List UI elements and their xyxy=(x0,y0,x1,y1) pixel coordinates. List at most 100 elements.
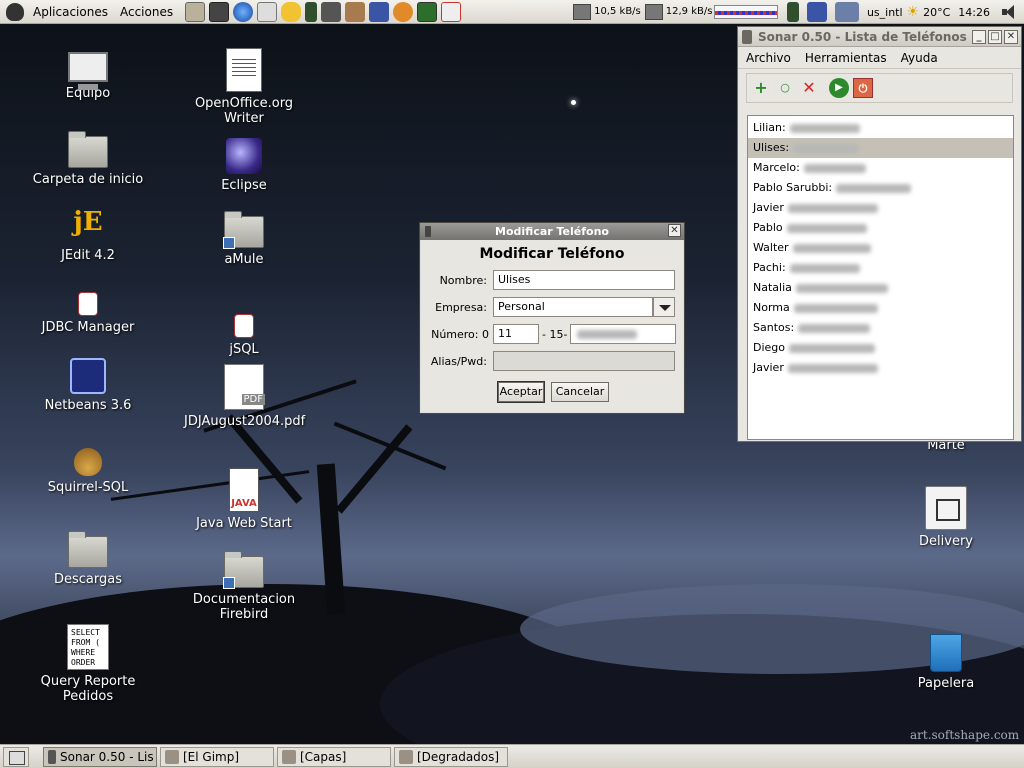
contact-row[interactable]: Diego xyxy=(748,338,1013,358)
desktop-icon-query-reporte[interactable]: SELECT FROM ( WHERE ORDER Query Reporte … xyxy=(28,624,148,704)
maximize-button[interactable]: □ xyxy=(988,29,1002,44)
desktop-icon-java-web-start[interactable]: JAVA Java Web Start xyxy=(184,468,304,531)
menu-ayuda[interactable]: Ayuda xyxy=(901,51,938,65)
cancel-button[interactable]: Cancelar xyxy=(551,382,609,402)
net-up-value: 12,9 kB/s xyxy=(665,6,713,17)
seahorse-launcher-icon[interactable] xyxy=(393,1,414,22)
bottom-panel: Sonar 0.50 - Lis [El Gimp] [Capas] [Degr… xyxy=(0,744,1024,768)
contact-row[interactable]: Walter xyxy=(748,238,1013,258)
contact-row[interactable]: Pachi: xyxy=(748,258,1013,278)
net-down-monitor[interactable]: 10,5 kB/s xyxy=(573,3,641,20)
desktop-icon-eclipse[interactable]: Eclipse xyxy=(184,138,304,193)
contact-row[interactable]: Natalia xyxy=(748,278,1013,298)
show-desktop-button[interactable] xyxy=(3,746,29,767)
desktop-icon-carpeta-inicio[interactable]: Carpeta de inicio xyxy=(28,128,148,187)
task-degradados[interactable]: [Degradados] xyxy=(394,746,508,767)
power-button[interactable]: ⏻ xyxy=(853,78,873,98)
tree-launcher-icon[interactable] xyxy=(321,1,342,22)
area-code-input[interactable]: 11 xyxy=(493,324,539,344)
desktop-icon-papelera[interactable]: Papelera xyxy=(886,630,1006,691)
alias-input[interactable] xyxy=(493,351,675,371)
system-tray: us_intl ☀ 20°C 14:26 xyxy=(783,0,1024,24)
desktop-icon-descargas[interactable]: Descargas xyxy=(28,528,148,587)
desktop-icon-writer[interactable]: OpenOffice.org Writer xyxy=(184,48,304,126)
desktop-icon-equipo[interactable]: Equipo xyxy=(28,46,148,101)
contact-row[interactable]: Pablo xyxy=(748,218,1013,238)
folder-link-icon xyxy=(223,551,264,589)
menu-herramientas[interactable]: Herramientas xyxy=(805,51,887,65)
contact-row[interactable]: Norma xyxy=(748,298,1013,318)
notes-launcher-icon[interactable] xyxy=(185,1,206,22)
icon-label: Netbeans 3.6 xyxy=(44,398,132,413)
minimize-button[interactable]: _ xyxy=(972,29,986,44)
update-tray-icon[interactable] xyxy=(806,2,827,22)
dialog-close-button[interactable]: ✕ xyxy=(668,224,681,237)
keyboard-flag-icon[interactable] xyxy=(834,2,859,22)
top-panel: Aplicaciones Acciones 10,5 kB/s 12,9 kB/… xyxy=(0,0,1024,24)
icon-label: JDBC Manager xyxy=(41,320,135,335)
icon-label: Carpeta de inicio xyxy=(32,172,144,187)
icon-label: aMule xyxy=(224,252,264,267)
edit-contact-button[interactable]: ○ xyxy=(775,78,795,98)
icon-label: Eclipse xyxy=(221,178,267,193)
dialog-titlebar[interactable]: Modificar Teléfono ✕ xyxy=(420,223,684,240)
netbeans-launcher-icon[interactable] xyxy=(369,1,390,22)
mail-launcher-icon[interactable] xyxy=(257,1,278,22)
messenger-launcher-icon[interactable] xyxy=(281,1,302,22)
network-graph[interactable] xyxy=(714,4,779,19)
tools-launcher-icon[interactable] xyxy=(345,1,366,22)
phone-app-icon xyxy=(425,226,431,237)
desktop-icon-squirrel-sql[interactable]: Squirrel-SQL xyxy=(28,438,148,495)
monitor-launcher-icon[interactable] xyxy=(417,1,438,22)
menu-acciones[interactable]: Acciones xyxy=(114,0,179,24)
contact-row[interactable]: Lilian: xyxy=(748,118,1013,138)
browser-launcher-icon[interactable] xyxy=(233,1,254,22)
desktop-icon-netbeans[interactable]: Netbeans 3.6 xyxy=(28,358,148,413)
contact-row[interactable]: Javier xyxy=(748,358,1013,378)
empresa-combo[interactable]: Personal xyxy=(493,297,653,317)
desktop-icon-delivery[interactable]: Delivery xyxy=(886,486,1006,549)
add-contact-button[interactable]: + xyxy=(751,78,771,98)
desktop-icon-jedit[interactable]: jE JEdit 4.2 xyxy=(28,200,148,263)
task-capas[interactable]: [Capas] xyxy=(277,746,391,767)
task-sonar[interactable]: Sonar 0.50 - Lis xyxy=(43,746,157,767)
desktop-icon-amule[interactable]: aMule xyxy=(184,208,304,267)
desktop-icon-jdbc-manager[interactable]: JDBC Manager xyxy=(28,278,148,335)
contact-row[interactable]: Javier xyxy=(748,198,1013,218)
desktop-icon-documentacion-firebird[interactable]: Documentacion Firebird xyxy=(184,548,304,622)
home-folder-icon xyxy=(68,131,108,168)
weather-temp[interactable]: 20°C xyxy=(923,6,950,19)
desktop-icon-jsql[interactable]: jSQL xyxy=(184,300,304,357)
keyboard-layout[interactable]: us_intl xyxy=(867,6,903,19)
menu-aplicaciones[interactable]: Aplicaciones xyxy=(27,0,114,24)
close-button[interactable]: ✕ xyxy=(1004,29,1018,44)
delete-contact-button[interactable]: ✕ xyxy=(799,78,819,98)
blurred-number xyxy=(577,329,638,339)
nombre-input[interactable]: Ulises xyxy=(493,270,675,290)
clock[interactable]: 14:26 xyxy=(958,6,990,19)
phone-tray-icon[interactable] xyxy=(786,2,799,22)
task-gimp[interactable]: [El Gimp] xyxy=(160,746,274,767)
gnome-foot-icon[interactable] xyxy=(6,2,24,21)
task-label: Sonar 0.50 - Lis xyxy=(60,749,154,764)
number-input[interactable] xyxy=(570,324,677,344)
terminal-launcher-icon[interactable] xyxy=(209,1,230,22)
net-up-monitor[interactable]: 12,9 kB/s xyxy=(644,3,713,20)
volume-icon[interactable] xyxy=(1000,4,1018,20)
menu-archivo[interactable]: Archivo xyxy=(746,51,791,65)
contact-row[interactable]: Ulises: xyxy=(748,138,1013,158)
contact-row[interactable]: Santos: xyxy=(748,318,1013,338)
desktop-icon-jdj-pdf[interactable]: JDJAugust2004.pdf xyxy=(184,364,305,429)
accept-button[interactable]: Aceptar xyxy=(498,382,544,402)
sun-icon: ☀ xyxy=(906,4,920,20)
contact-row[interactable]: Marcelo: xyxy=(748,158,1013,178)
play-button[interactable]: ▶ xyxy=(829,78,849,98)
phone-launcher-icon[interactable] xyxy=(305,1,318,22)
chevron-down-icon[interactable] xyxy=(653,297,675,317)
dialog-heading: Modificar Teléfono xyxy=(479,246,625,262)
disconnect-launcher-icon[interactable] xyxy=(441,1,462,22)
sonar-titlebar[interactable]: Sonar 0.50 - Lista de Teléfonos _ □ ✕ xyxy=(738,27,1021,47)
acorn-icon xyxy=(74,448,102,476)
contact-row[interactable]: Pablo Sarubbi: xyxy=(748,178,1013,198)
contact-name: Pachi: xyxy=(753,261,786,274)
